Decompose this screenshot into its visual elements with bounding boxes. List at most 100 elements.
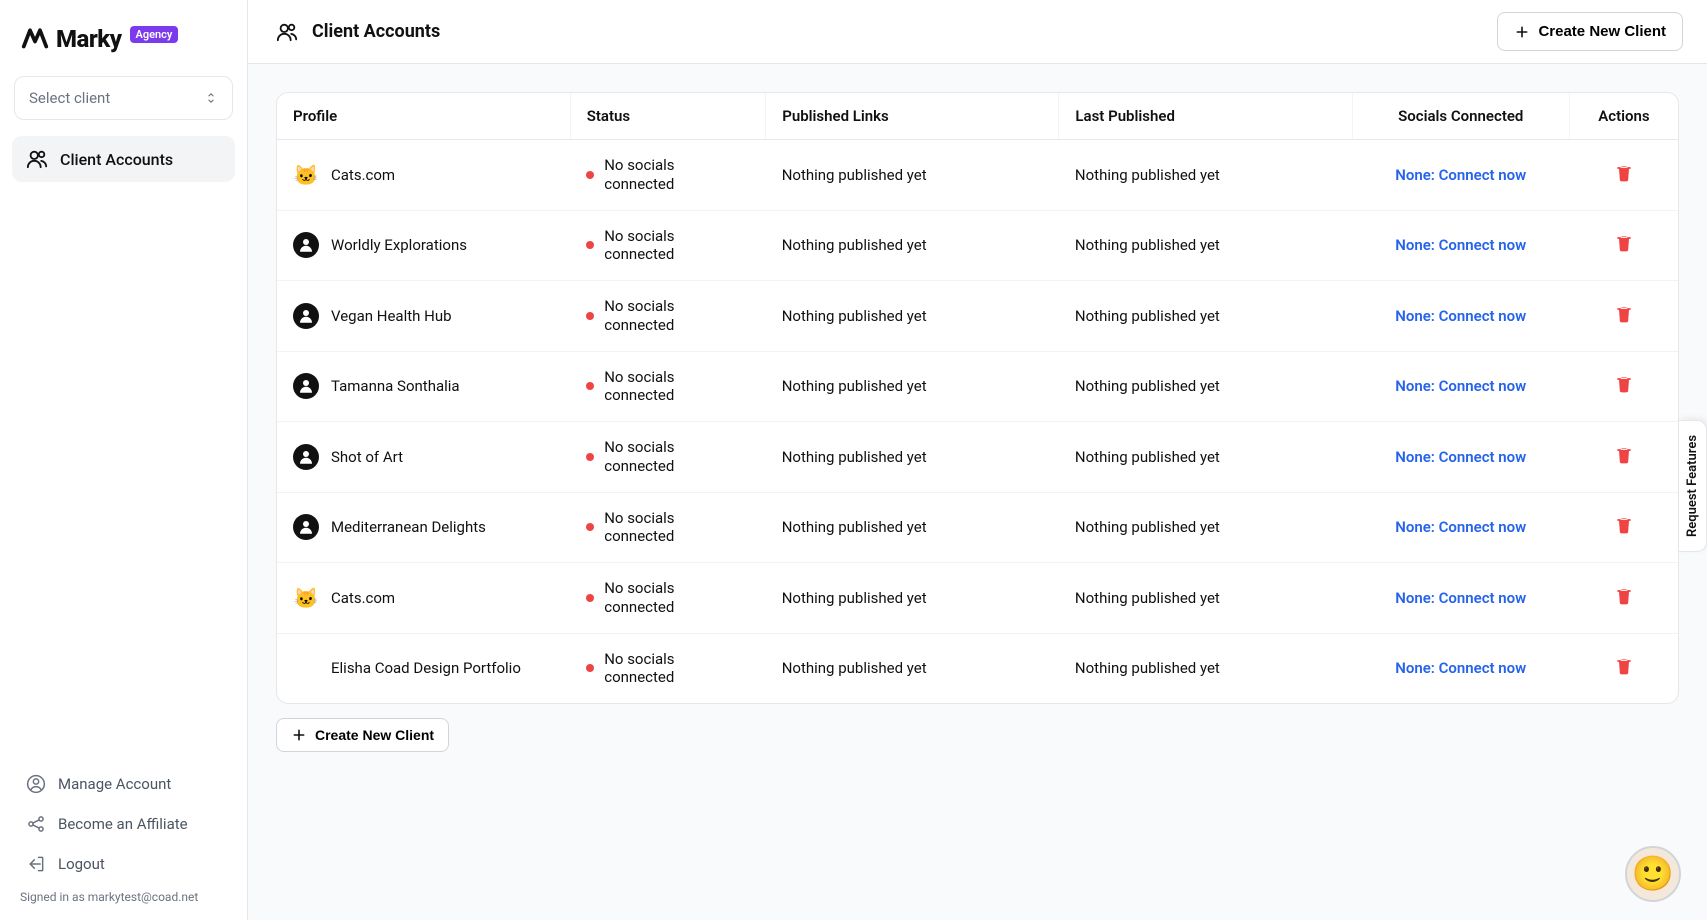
- delete-client-button[interactable]: [1614, 163, 1634, 183]
- last-published-cell: Nothing published yet: [1059, 422, 1352, 493]
- last-published-cell: Nothing published yet: [1059, 281, 1352, 352]
- col-header-last-published: Last Published: [1059, 93, 1352, 140]
- trash-icon: [1614, 445, 1634, 465]
- sidebar-item-manage-account[interactable]: Manage Account: [12, 764, 235, 804]
- status-dot-icon: [586, 523, 594, 531]
- client-select-placeholder: Select client: [29, 89, 110, 107]
- sidebar-item-label: Logout: [58, 855, 105, 873]
- request-features-tab[interactable]: Request Features: [1679, 420, 1707, 552]
- trash-icon: [1614, 374, 1634, 394]
- status-dot-icon: [586, 241, 594, 249]
- last-published-cell: Nothing published yet: [1059, 210, 1352, 281]
- page-title: Client Accounts: [312, 21, 440, 42]
- connect-socials-link[interactable]: None: Connect now: [1395, 307, 1526, 325]
- status-dot-icon: [586, 171, 594, 179]
- logout-icon: [26, 854, 46, 874]
- table-row: 🐱 Cats.com No socials connected Nothing pub…: [277, 140, 1678, 211]
- request-features-label: Request Features: [1685, 435, 1700, 537]
- users-icon: [276, 21, 298, 43]
- user-circle-icon: [26, 774, 46, 794]
- profile-avatar: [293, 373, 319, 399]
- sidebar-item-become-affiliate[interactable]: Become an Affiliate: [12, 804, 235, 844]
- delete-client-button[interactable]: [1614, 515, 1634, 535]
- delete-client-button[interactable]: [1614, 445, 1634, 465]
- delete-client-button[interactable]: [1614, 233, 1634, 253]
- status-dot-icon: [586, 453, 594, 461]
- signed-in-as-text: Signed in as markytest@coad.net: [12, 884, 235, 910]
- delete-client-button[interactable]: [1614, 656, 1634, 676]
- published-links-cell: Nothing published yet: [766, 210, 1059, 281]
- col-header-socials-connected: Socials Connected: [1352, 93, 1569, 140]
- sidebar: Marky Agency Select client Client Accoun…: [0, 0, 248, 920]
- user-icon: [297, 236, 315, 254]
- plus-icon: [1514, 24, 1530, 40]
- col-header-status: Status: [570, 93, 765, 140]
- profile-name[interactable]: Tamanna Sonthalia: [331, 377, 460, 395]
- connect-socials-link[interactable]: None: Connect now: [1395, 589, 1526, 607]
- user-icon: [297, 307, 315, 325]
- connect-socials-link[interactable]: None: Connect now: [1395, 518, 1526, 536]
- profile-name[interactable]: Shot of Art: [331, 448, 403, 466]
- published-links-cell: Nothing published yet: [766, 563, 1059, 634]
- trash-icon: [1614, 163, 1634, 183]
- profile-name[interactable]: Cats.com: [331, 589, 395, 607]
- published-links-cell: Nothing published yet: [766, 351, 1059, 422]
- status-dot-icon: [586, 312, 594, 320]
- connect-socials-link[interactable]: None: Connect now: [1395, 166, 1526, 184]
- status-text: No socials connected: [604, 227, 724, 265]
- delete-client-button[interactable]: [1614, 304, 1634, 324]
- status-text: No socials connected: [604, 297, 724, 335]
- status-text: No socials connected: [604, 368, 724, 406]
- client-select-dropdown[interactable]: Select client: [14, 76, 233, 120]
- connect-socials-link[interactable]: None: Connect now: [1395, 448, 1526, 466]
- user-icon: [297, 448, 315, 466]
- brand-logo-icon: [20, 24, 50, 54]
- profile-avatar: [293, 514, 319, 540]
- profile-name[interactable]: Cats.com: [331, 166, 395, 184]
- profile-avatar: ✿: [293, 655, 319, 681]
- profile-name[interactable]: Worldly Explorations: [331, 236, 467, 254]
- profile-name[interactable]: Elisha Coad Design Portfolio: [331, 659, 521, 677]
- published-links-cell: Nothing published yet: [766, 140, 1059, 211]
- table-row: Shot of Art No socials connected Nothing p…: [277, 422, 1678, 493]
- profile-avatar: [293, 444, 319, 470]
- connect-socials-link[interactable]: None: Connect now: [1395, 659, 1526, 677]
- button-label: Create New Client: [1538, 23, 1666, 40]
- last-published-cell: Nothing published yet: [1059, 563, 1352, 634]
- last-published-cell: Nothing published yet: [1059, 633, 1352, 703]
- profile-name[interactable]: Vegan Health Hub: [331, 307, 452, 325]
- col-header-profile: Profile: [277, 93, 570, 140]
- connect-socials-link[interactable]: None: Connect now: [1395, 236, 1526, 254]
- table-row: Worldly Explorations No socials connected…: [277, 210, 1678, 281]
- profile-name[interactable]: Mediterranean Delights: [331, 518, 486, 536]
- sidebar-item-client-accounts[interactable]: Client Accounts: [12, 136, 235, 182]
- col-header-published-links: Published Links: [766, 93, 1059, 140]
- sidebar-item-label: Become an Affiliate: [58, 815, 188, 833]
- table-row: ✿Elisha Coad Design PortfolioNo socials …: [277, 633, 1678, 703]
- profile-avatar: [293, 232, 319, 258]
- create-new-client-button-bottom[interactable]: Create New Client: [276, 718, 449, 752]
- sidebar-item-logout[interactable]: Logout: [12, 844, 235, 884]
- published-links-cell: Nothing published yet: [766, 281, 1059, 352]
- status-dot-icon: [586, 594, 594, 602]
- connect-socials-link[interactable]: None: Connect now: [1395, 377, 1526, 395]
- status-text: No socials connected: [604, 156, 724, 194]
- status-dot-icon: [586, 382, 594, 390]
- delete-client-button[interactable]: [1614, 586, 1634, 606]
- table-row: 🐱Cats.comNo socials connectedNothing pub…: [277, 563, 1678, 634]
- status-text: No socials connected: [604, 438, 724, 476]
- users-icon: [26, 148, 48, 170]
- profile-avatar: 🐱: [293, 585, 319, 611]
- user-icon: [297, 377, 315, 395]
- button-label: Create New Client: [315, 727, 434, 743]
- status-text: No socials connected: [604, 509, 724, 547]
- delete-client-button[interactable]: [1614, 374, 1634, 394]
- clients-table: Profile Status Published Links Last Publ…: [276, 92, 1679, 704]
- create-new-client-button[interactable]: Create New Client: [1497, 12, 1683, 51]
- plus-icon: [291, 727, 307, 743]
- last-published-cell: Nothing published yet: [1059, 140, 1352, 211]
- profile-avatar: 🐱: [293, 162, 319, 188]
- support-chat-avatar[interactable]: 🙂: [1625, 846, 1681, 902]
- published-links-cell: Nothing published yet: [766, 422, 1059, 493]
- table-row: Vegan Health Hub No socials connected Noth…: [277, 281, 1678, 352]
